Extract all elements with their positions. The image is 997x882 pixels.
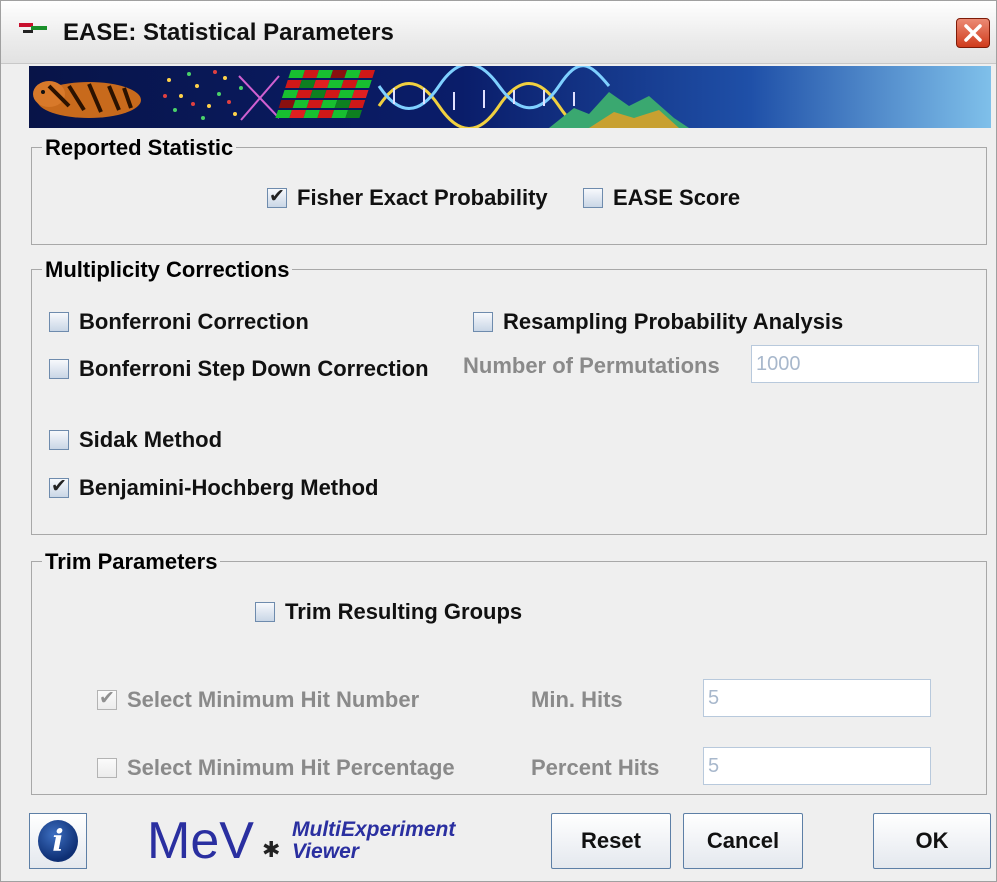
checkbox-checked-icon[interactable] bbox=[49, 476, 69, 498]
bonferroni-step-down-checkbox[interactable]: Bonferroni Step Down Correction bbox=[49, 356, 429, 382]
percent-hits-input[interactable]: 5 bbox=[703, 747, 931, 785]
checkbox-icon[interactable] bbox=[49, 359, 69, 379]
dialog-window: EASE: Statistical Parameters Reported St… bbox=[0, 0, 997, 882]
trim-groups-checkbox[interactable]: Trim Resulting Groups bbox=[255, 599, 522, 625]
checkbox-icon[interactable] bbox=[49, 312, 69, 332]
min-hits-label: Min. Hits bbox=[531, 687, 623, 712]
min-hit-number-label: Select Minimum Hit Number bbox=[127, 687, 420, 712]
button-bar: Reset Cancel OK bbox=[1, 801, 996, 881]
benjamini-hochberg-checkbox[interactable]: Benjamini-Hochberg Method bbox=[49, 475, 378, 501]
bonferroni-label: Bonferroni Correction bbox=[79, 309, 309, 334]
min-hit-percentage-checkbox[interactable]: Select Minimum Hit Percentage bbox=[97, 755, 455, 781]
fisher-exact-label: Fisher Exact Probability bbox=[297, 185, 548, 210]
app-icon bbox=[19, 23, 47, 33]
trim-groups-label: Trim Resulting Groups bbox=[285, 599, 523, 624]
sidak-checkbox[interactable]: Sidak Method bbox=[49, 427, 222, 453]
sidak-label: Sidak Method bbox=[79, 427, 223, 452]
min-hit-percentage-label: Select Minimum Hit Percentage bbox=[127, 755, 455, 780]
close-button[interactable] bbox=[956, 18, 990, 48]
checkbox-icon[interactable] bbox=[255, 602, 275, 622]
checkbox-checked-icon[interactable] bbox=[267, 186, 287, 208]
ease-score-label: EASE Score bbox=[613, 185, 741, 210]
title-bar[interactable]: EASE: Statistical Parameters bbox=[1, 1, 996, 64]
resampling-label: Resampling Probability Analysis bbox=[503, 309, 844, 334]
window-title: EASE: Statistical Parameters bbox=[63, 19, 394, 46]
permutations-label: Number of Permutations bbox=[463, 353, 720, 378]
checkbox-icon[interactable] bbox=[583, 188, 603, 208]
percent-hits-label: Percent Hits bbox=[531, 755, 660, 780]
trim-parameters-title: Trim Parameters bbox=[42, 549, 221, 575]
min-hits-input[interactable]: 5 bbox=[703, 679, 931, 717]
checkbox-icon[interactable] bbox=[97, 758, 117, 778]
benjamini-hochberg-label: Benjamini-Hochberg Method bbox=[79, 475, 379, 500]
ok-button[interactable]: OK bbox=[873, 813, 991, 869]
checkbox-icon[interactable] bbox=[473, 312, 493, 332]
ease-score-checkbox[interactable]: EASE Score bbox=[583, 185, 740, 211]
checkbox-checked-icon[interactable] bbox=[97, 688, 117, 710]
close-icon bbox=[964, 24, 982, 42]
cancel-button[interactable]: Cancel bbox=[683, 813, 803, 869]
fisher-exact-checkbox[interactable]: Fisher Exact Probability bbox=[267, 185, 548, 211]
permutations-input[interactable]: 1000 bbox=[751, 345, 979, 383]
header-banner-image bbox=[29, 66, 991, 128]
checkbox-icon[interactable] bbox=[49, 430, 69, 450]
bonferroni-checkbox[interactable]: Bonferroni Correction bbox=[49, 309, 309, 335]
bonferroni-step-down-label: Bonferroni Step Down Correction bbox=[79, 356, 429, 381]
min-hit-number-checkbox[interactable]: Select Minimum Hit Number bbox=[97, 687, 419, 713]
reset-button[interactable]: Reset bbox=[551, 813, 671, 869]
resampling-checkbox[interactable]: Resampling Probability Analysis bbox=[473, 309, 843, 335]
multiplicity-corrections-title: Multiplicity Corrections bbox=[42, 257, 293, 283]
reported-statistic-title: Reported Statistic bbox=[42, 135, 237, 161]
